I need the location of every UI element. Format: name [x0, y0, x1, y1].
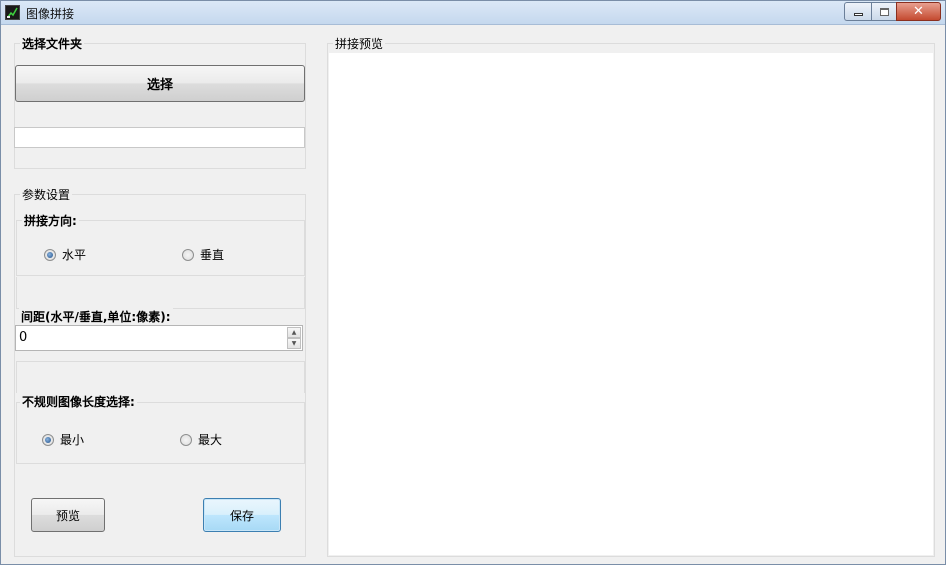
maximize-button[interactable]: [871, 2, 896, 21]
radio-vertical-label: 垂直: [200, 248, 225, 262]
folder-group-label: 选择文件夹: [20, 35, 85, 52]
close-button[interactable]: ✕: [896, 2, 941, 21]
radio-min-label: 最小: [60, 433, 85, 447]
radio-horizontal-dot[interactable]: [44, 248, 56, 261]
maximize-icon: [879, 7, 889, 16]
minimize-icon: [853, 13, 863, 16]
select-folder-button[interactable]: 选择: [15, 65, 305, 102]
spacing-spacer: [16, 277, 305, 309]
folder-group: [14, 43, 306, 169]
radio-min-dot[interactable]: [42, 433, 54, 446]
direction-label: 拼接方向:: [22, 212, 79, 229]
radio-min[interactable]: 最小: [42, 431, 84, 448]
spacing-spacer-bottom: [16, 361, 305, 393]
spacing-value[interactable]: 0: [19, 330, 27, 345]
spacing-stepper-buttons: ▲ ▼: [287, 327, 301, 349]
minimize-button[interactable]: [844, 2, 871, 21]
radio-horizontal-label: 水平: [62, 248, 87, 262]
preview-group-label: 拼接预览: [333, 35, 386, 52]
spacing-stepper[interactable]: 0 ▲ ▼: [15, 325, 303, 351]
save-button[interactable]: 保存: [203, 498, 281, 532]
radio-vertical[interactable]: 垂直: [182, 246, 224, 263]
main-window: 图像拼接 ✕ 选择文件夹 选择 参数设置 拼接方向: 水平 垂直 间距(水平/垂…: [0, 0, 946, 565]
params-group-label: 参数设置: [20, 186, 73, 203]
preview-canvas: [329, 53, 933, 555]
window-title: 图像拼接: [26, 7, 75, 21]
radio-vertical-dot[interactable]: [182, 248, 194, 261]
folder-path-input[interactable]: [14, 127, 305, 148]
spacing-down-button[interactable]: ▼: [287, 338, 301, 349]
spacing-label: 间距(水平/垂直,单位:像素):: [19, 308, 173, 325]
radio-max-label: 最大: [198, 433, 223, 447]
irregular-label: 不规则图像长度选择:: [20, 393, 137, 410]
radio-horizontal[interactable]: 水平: [44, 246, 86, 263]
preview-button[interactable]: 预览: [31, 498, 105, 532]
spacing-up-button[interactable]: ▲: [287, 327, 301, 338]
chevron-down-icon: ▼: [291, 339, 297, 347]
chevron-up-icon: ▲: [291, 328, 297, 336]
close-icon: ✕: [913, 4, 924, 19]
radio-max-dot[interactable]: [180, 433, 192, 446]
title-bar[interactable]: 图像拼接 ✕: [1, 1, 945, 25]
app-icon: [5, 5, 20, 20]
window-controls: ✕: [844, 2, 941, 21]
radio-max[interactable]: 最大: [180, 431, 222, 448]
